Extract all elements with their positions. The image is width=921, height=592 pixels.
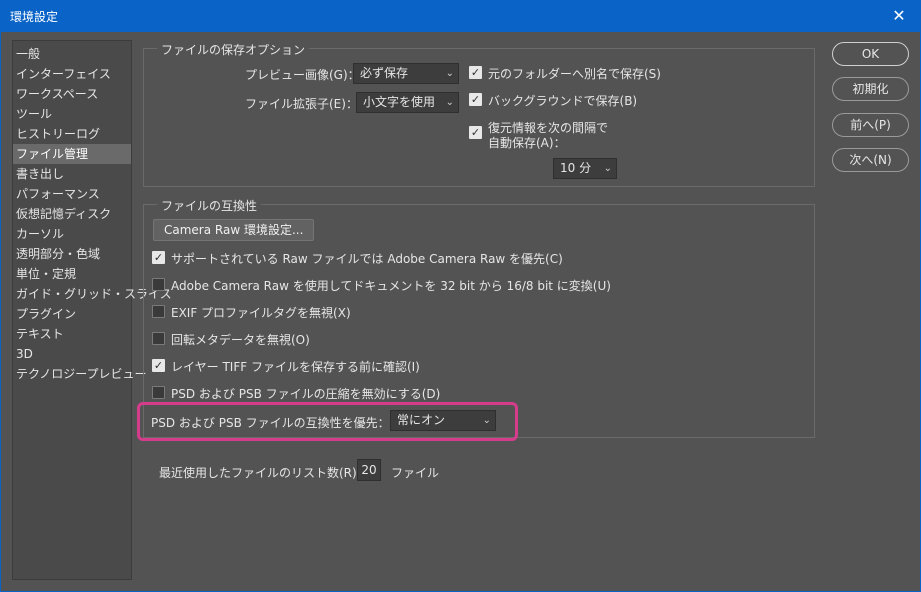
recent-files-unit: ファイル — [391, 466, 440, 480]
save-as-original-folder-label[interactable]: 元のフォルダーへ別名で保存(S) — [488, 65, 661, 82]
sidebar-item-cursors[interactable]: カーソル — [13, 224, 131, 244]
sidebar-item-interface[interactable]: インターフェイス — [13, 64, 131, 84]
prev-button[interactable]: 前へ(P) — [832, 113, 909, 137]
convert-32bit-label[interactable]: Adobe Camera Raw を使用してドキュメントを 32 bit から … — [171, 277, 611, 294]
sidebar-item-workspace[interactable]: ワークスペース — [13, 84, 131, 104]
sidebar-item-guides-grid-slices[interactable]: ガイド・グリッド・スライス — [13, 284, 172, 304]
background-save-checkbox[interactable]: ✓ — [469, 93, 482, 106]
background-save-label[interactable]: バックグラウンドで保存(B) — [488, 92, 637, 109]
sidebar-item-history-log[interactable]: ヒストリーログ — [13, 124, 131, 144]
extension-select-value: 小文字を使用 — [363, 95, 436, 109]
auto-save-interval-value: 10 分 — [560, 161, 592, 175]
auto-recover-label-line2[interactable]: 自動保存(A)： — [488, 134, 566, 151]
recent-files-input[interactable]: 20 — [357, 459, 381, 481]
disable-psd-compression-label[interactable]: PSD および PSB ファイルの圧縮を無効にする(D) — [171, 385, 440, 402]
sidebar-item-units-rulers[interactable]: 単位・定規 — [13, 264, 131, 284]
sidebar-item-technology-previews[interactable]: テクノロジープレビュー — [13, 364, 147, 384]
close-icon[interactable]: ✕ — [877, 0, 921, 32]
sidebar-item-type[interactable]: テキスト — [13, 324, 131, 344]
extension-label: ファイル拡張子(E)： — [245, 97, 358, 111]
ignore-rotation-label[interactable]: 回転メタデータを無視(O) — [171, 331, 310, 348]
sidebar-item-tools[interactable]: ツール — [13, 104, 131, 124]
ask-layered-tiff-label[interactable]: レイヤー TIFF ファイルを保存する前に確認(I) — [171, 358, 420, 375]
highlight-annotation — [137, 402, 518, 441]
preview-label: プレビュー画像(G)： — [245, 68, 360, 82]
recent-files-label: 最近使用したファイルのリスト数(R)： — [159, 466, 369, 480]
save-options-title: ファイルの保存オプション — [157, 41, 310, 58]
sidebar-item-3d[interactable]: 3D — [13, 344, 131, 364]
ask-layered-tiff-checkbox[interactable]: ✓ — [152, 359, 165, 372]
sidebar-item-scratch-disks[interactable]: 仮想記憶ディスク — [13, 204, 131, 224]
disable-psd-compression-checkbox[interactable] — [152, 386, 165, 399]
chevron-down-icon: ⌄ — [603, 163, 612, 174]
chevron-down-icon: ⌄ — [445, 68, 454, 79]
sidebar-item-plugins[interactable]: プラグイン — [13, 304, 131, 324]
extension-select[interactable]: 小文字を使用 ⌄ — [356, 92, 459, 113]
next-button[interactable]: 次へ(N) — [832, 148, 909, 172]
auto-recover-checkbox[interactable]: ✓ — [469, 126, 482, 139]
save-as-original-folder-checkbox[interactable]: ✓ — [469, 66, 482, 79]
sidebar-item-performance[interactable]: パフォーマンス — [13, 184, 131, 204]
sidebar-item-general[interactable]: 一般 — [13, 44, 131, 64]
convert-32bit-checkbox[interactable] — [152, 278, 165, 291]
title-bar: 環境設定 ✕ — [0, 0, 921, 32]
reset-button[interactable]: 初期化 — [832, 77, 909, 101]
prefer-camera-raw-label[interactable]: サポートされている Raw ファイルでは Adobe Camera Raw を優… — [171, 250, 563, 267]
preview-select-value: 必ず保存 — [360, 66, 409, 80]
prefer-camera-raw-checkbox[interactable]: ✓ — [152, 251, 165, 264]
preview-select[interactable]: 必ず保存 ⌄ — [353, 63, 459, 84]
category-list: 一般 インターフェイス ワークスペース ツール ヒストリーログ ファイル管理 書… — [12, 40, 172, 580]
auto-save-interval-select[interactable]: 10 分 ⌄ — [553, 158, 617, 179]
sidebar-item-export[interactable]: 書き出し — [13, 164, 131, 184]
chevron-down-icon: ⌄ — [445, 97, 454, 108]
file-compatibility-title: ファイルの互換性 — [157, 197, 262, 214]
ignore-rotation-checkbox[interactable] — [152, 332, 165, 345]
ignore-exif-checkbox[interactable] — [152, 305, 165, 318]
camera-raw-preferences-button[interactable]: Camera Raw 環境設定... — [153, 219, 315, 241]
ignore-exif-label[interactable]: EXIF プロファイルタグを無視(X) — [171, 304, 351, 321]
window-title: 環境設定 — [10, 10, 59, 24]
sidebar-item-transparency-gamut[interactable]: 透明部分・色域 — [13, 244, 131, 264]
ok-button[interactable]: OK — [832, 42, 909, 66]
sidebar-item-file-handling[interactable]: ファイル管理 — [13, 144, 131, 164]
